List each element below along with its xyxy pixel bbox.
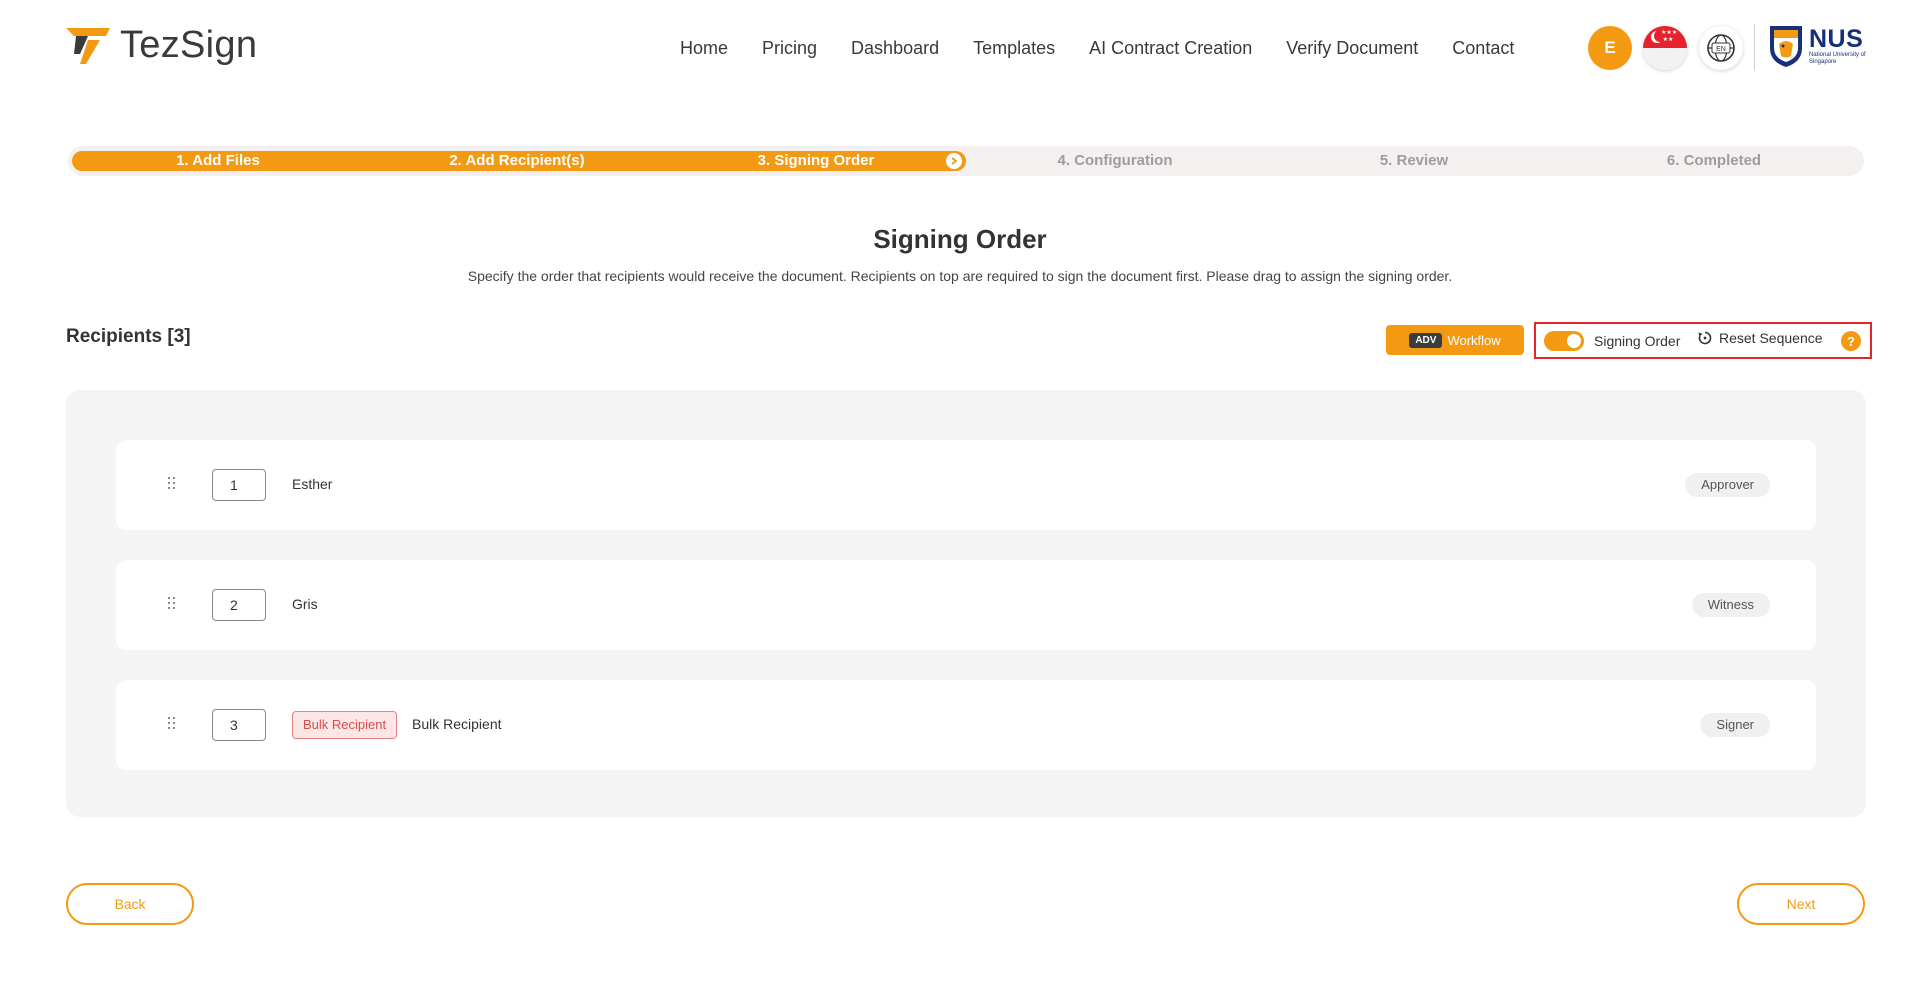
nav-ai-contract-creation[interactable]: AI Contract Creation (1089, 38, 1252, 59)
globe-icon: EN (1707, 34, 1735, 62)
step-add-recipients[interactable]: 2. Add Recipient(s) (367, 146, 667, 176)
signing-order-input[interactable] (212, 709, 266, 741)
next-button[interactable]: Next (1737, 883, 1865, 925)
drag-handle-icon[interactable] (168, 717, 176, 733)
main-nav: Home Pricing Dashboard Templates AI Cont… (680, 0, 1514, 96)
progress-stepper: 1. Add Files 2. Add Recipient(s) 3. Sign… (68, 146, 1864, 176)
brand-name: TezSign (120, 24, 258, 66)
signing-order-label: Signing Order (1594, 333, 1681, 349)
recipient-row[interactable]: Bulk Recipient Bulk Recipient Signer (116, 680, 1816, 770)
workflow-label: Workflow (1447, 332, 1501, 348)
nav-contact[interactable]: Contact (1452, 38, 1514, 59)
role-badge: Witness (1691, 593, 1770, 617)
language-code: EN (1716, 46, 1726, 53)
page-description: Specify the order that recipients would … (467, 268, 1453, 284)
singapore-flag-icon[interactable]: ★★★ ★★ (1643, 26, 1687, 70)
help-icon[interactable]: ? (1841, 331, 1861, 351)
recipients-heading: Recipients [3] (66, 326, 191, 347)
recipient-row[interactable]: Esther Approver (116, 440, 1816, 530)
back-button[interactable]: Back (66, 883, 194, 925)
current-step-arrow-icon (944, 151, 964, 171)
nus-crest-icon (1770, 26, 1802, 67)
reset-sequence-label: Reset Sequence (1719, 330, 1823, 346)
step-completed: 6. Completed (1666, 152, 1762, 169)
language-selector[interactable]: EN (1699, 26, 1743, 70)
nav-verify-document[interactable]: Verify Document (1286, 38, 1418, 59)
recipient-name: Esther (292, 476, 333, 492)
toggle-knob (1567, 334, 1581, 348)
role-badge: Approver (1685, 473, 1770, 497)
signing-order-input[interactable] (212, 469, 266, 501)
nav-pricing[interactable]: Pricing (762, 38, 817, 59)
page-title: Signing Order (873, 224, 1047, 254)
nus-logo: NUS National University of Singapore (1768, 24, 1879, 68)
reset-sequence-button[interactable]: Reset Sequence (1697, 330, 1823, 346)
recipient-name: Gris (292, 596, 318, 612)
signing-order-toggle[interactable] (1544, 331, 1584, 351)
reset-icon (1698, 331, 1712, 345)
role-badge: Signer (1700, 713, 1770, 737)
user-avatar[interactable]: E (1588, 26, 1632, 70)
signing-order-input[interactable] (212, 589, 266, 621)
nus-full-name: National University of Singapore (1809, 52, 1866, 65)
nav-templates[interactable]: Templates (973, 38, 1055, 59)
step-add-files[interactable]: 1. Add Files (68, 146, 368, 176)
nav-home[interactable]: Home (680, 38, 728, 59)
recipient-row[interactable]: Gris Witness (116, 560, 1816, 650)
step-signing-order[interactable]: 3. Signing Order (666, 146, 966, 176)
tezsign-logo[interactable]: TezSign (66, 24, 257, 67)
step-configuration: 4. Configuration (1057, 152, 1173, 169)
adv-badge: ADV (1409, 332, 1443, 348)
drag-handle-icon[interactable] (168, 597, 176, 613)
top-header: TezSign Home Pricing Dashboard Templates… (0, 0, 1920, 96)
bulk-recipient-tag: Bulk Recipient (292, 711, 398, 739)
tezsign-logo-icon (66, 27, 110, 64)
adv-workflow-button[interactable]: ADV Workflow (1386, 325, 1524, 355)
step-review: 5. Review (1379, 152, 1449, 169)
recipient-list: Esther Approver Gris Witness Bulk Recipi… (66, 390, 1866, 817)
recipient-name: Bulk Recipient (412, 716, 502, 732)
drag-handle-icon[interactable] (168, 477, 176, 493)
nus-abbreviation: NUS (1809, 25, 1864, 53)
header-divider (1754, 24, 1755, 70)
nav-dashboard[interactable]: Dashboard (851, 38, 939, 59)
